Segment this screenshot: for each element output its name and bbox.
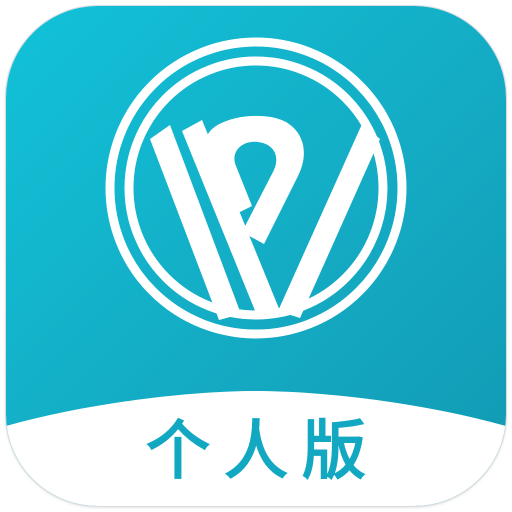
logo-p-bowl [205,115,304,244]
app-icon-container: 个人版 [0,0,512,512]
edition-label-band: 个人版 [6,386,506,506]
app-icon[interactable]: 个人版 [6,6,506,506]
logo-emblem-icon [105,37,407,339]
edition-label: 个人版 [146,415,380,489]
